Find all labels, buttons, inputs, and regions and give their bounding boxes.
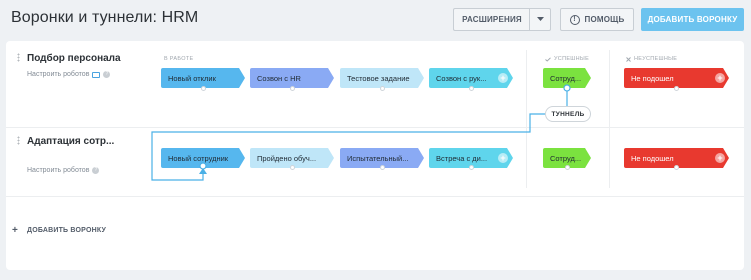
- row-divider: [6, 196, 744, 197]
- plus-icon: +: [12, 225, 19, 236]
- add-funnel-label: ДОБАВИТЬ ВОРОНКУ: [27, 227, 107, 234]
- tunnel-connector: [151, 84, 591, 181]
- tunnel-badge[interactable]: ТУННЕЛЬ: [545, 106, 591, 122]
- add-funnel-link[interactable]: + ДОБАВИТЬ ВОРОНКУ: [12, 225, 106, 236]
